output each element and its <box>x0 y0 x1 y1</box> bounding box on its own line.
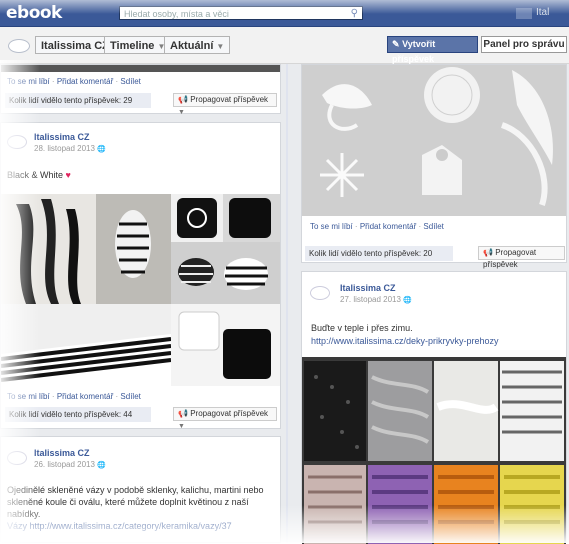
post-card: Italissima CZ 27. listopad 2013 🌐 Buďte … <box>301 271 567 544</box>
post-text: Black & White ♥ <box>7 169 71 181</box>
admin-panel-button[interactable]: Panel pro správu <box>481 36 567 53</box>
post-card: Italissima CZ 26. listopad 2013 🌐 Ojedin… <box>0 436 281 543</box>
post-text-content: Black & White <box>7 170 64 180</box>
megaphone-icon: 📢 <box>178 95 188 104</box>
post-card: To se mi líbí · Přidat komentář · Sdílet… <box>301 64 567 269</box>
post-text-line: skleněné koule či oválu, které můžete do… <box>7 497 249 507</box>
blankets-image <box>302 357 566 544</box>
megaphone-icon: 📢 <box>178 409 188 418</box>
globe-icon: 🌐 <box>97 146 106 153</box>
avatar[interactable] <box>7 451 27 465</box>
avatar[interactable] <box>7 135 27 149</box>
ornaments-image <box>302 65 566 216</box>
share-link[interactable]: Sdílet <box>120 392 140 401</box>
promote-post-button[interactable]: 📢 Propagovat příspěvek ▼ <box>173 93 277 116</box>
top-bar: ebook Hledat osoby, místa a věci ⚲ Ital <box>0 0 569 27</box>
comment-link[interactable]: Přidat komentář <box>57 77 113 86</box>
chevron-down-icon: ▼ <box>216 42 225 51</box>
avatar[interactable] <box>310 286 330 300</box>
heart-icon: ♥ <box>65 170 71 180</box>
page-avatar-icon[interactable] <box>8 39 30 53</box>
viewed-count[interactable]: Kolik lidí vidělo tento příspěvek: 44 <box>5 407 151 422</box>
promote-post-button[interactable]: 📢 Propagovat příspěvek ▼ <box>173 407 277 430</box>
post-photo-collage[interactable] <box>1 194 280 386</box>
post-author[interactable]: Italissima CZ <box>340 283 396 293</box>
post-link[interactable]: http://www.italissima.cz/deky-prikryvky-… <box>311 335 499 347</box>
timeline-label: Timeline <box>110 40 155 52</box>
like-link[interactable]: To se mi líbí <box>310 222 353 231</box>
search-input[interactable]: Hledat osoby, místa a věci ⚲ <box>119 6 363 20</box>
post-date-text: 28. listopad 2013 <box>34 144 95 153</box>
post-actions: To se mi líbí · Přidat komentář · Sdílet <box>7 77 141 86</box>
comment-link[interactable]: Přidat komentář <box>360 222 416 231</box>
post-card: To se mi líbí · Přidat komentář · Sdílet… <box>0 64 281 116</box>
current-dropdown[interactable]: Aktuální ▼ <box>164 36 231 54</box>
timeline-dropdown[interactable]: Timeline ▼ <box>104 36 172 54</box>
post-actions: To se mi líbí · Přidat komentář · Sdílet <box>310 222 444 231</box>
post-text-line: nabídky. <box>7 509 41 519</box>
post-author[interactable]: Italissima CZ <box>34 448 90 458</box>
post-actions: To se mi líbí · Přidat komentář · Sdílet <box>7 392 141 401</box>
search-icon[interactable]: ⚲ <box>351 7 358 21</box>
megaphone-icon: 📢 <box>483 248 493 257</box>
profile-thumbnail[interactable] <box>516 8 532 19</box>
post-text: Ojedinělé skleněné vázy v podobě sklenky… <box>7 484 279 532</box>
share-link[interactable]: Sdílet <box>120 77 140 86</box>
globe-icon: 🌐 <box>403 297 412 304</box>
post-photo[interactable] <box>302 65 566 216</box>
like-link[interactable]: To se mi líbí <box>7 392 50 401</box>
search-placeholder: Hledat osoby, místa a věci <box>124 9 229 19</box>
profile-name[interactable]: Ital <box>536 7 549 18</box>
create-post-button[interactable]: ✎ Vytvořit příspěvek <box>387 36 478 64</box>
share-link[interactable]: Sdílet <box>423 222 443 231</box>
post-author[interactable]: Italissima CZ <box>34 132 90 142</box>
viewed-count[interactable]: Kolik lidí vidělo tento příspěvek: 29 <box>5 93 151 108</box>
promote-label: Propagovat příspěvek <box>190 95 269 104</box>
post-date[interactable]: 27. listopad 2013 🌐 <box>340 295 412 304</box>
promote-post-button[interactable]: 📢 Propagovat příspěvek <box>478 246 565 269</box>
current-label: Aktuální <box>170 40 214 52</box>
post-date-text: 26. listopad 2013 <box>34 460 95 469</box>
facebook-logo[interactable]: ebook <box>6 3 62 23</box>
promote-label: Propagovat příspěvek <box>190 409 269 418</box>
post-text-link[interactable]: Vázy http://www.italissima.cz/category/k… <box>7 520 279 532</box>
post-date[interactable]: 28. listopad 2013 🌐 <box>34 144 106 153</box>
post-photo[interactable] <box>1 65 280 72</box>
pencil-icon: ✎ <box>392 39 400 49</box>
page-name-label: Italissima CZ <box>41 40 109 52</box>
post-photo-collage[interactable] <box>302 357 566 544</box>
post-date-text: 27. listopad 2013 <box>340 295 401 304</box>
post-text-line: Ojedinělé skleněné vázy v podobě sklenky… <box>7 485 264 495</box>
like-link[interactable]: To se mi líbí <box>7 77 50 86</box>
post-date[interactable]: 26. listopad 2013 🌐 <box>34 460 106 469</box>
viewed-count[interactable]: Kolik lidí vidělo tento příspěvek: 20 <box>305 246 453 261</box>
post-text: Buďte v teple i přes zimu. <box>311 323 413 333</box>
timeline-spine <box>286 64 288 543</box>
post-card: Italissima CZ 28. listopad 2013 🌐 Black … <box>0 122 281 430</box>
collage-image <box>1 194 280 386</box>
globe-icon: 🌐 <box>97 462 106 469</box>
page-name-button[interactable]: Italissima CZ <box>35 36 115 54</box>
comment-link[interactable]: Přidat komentář <box>57 392 113 401</box>
